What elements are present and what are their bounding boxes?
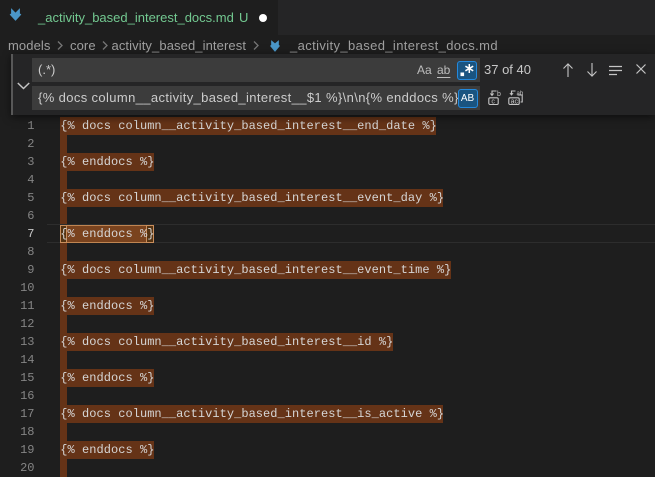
svg-text:c: c <box>491 98 495 105</box>
svg-text:ac: ac <box>511 98 519 105</box>
svg-text:b: b <box>497 91 501 98</box>
